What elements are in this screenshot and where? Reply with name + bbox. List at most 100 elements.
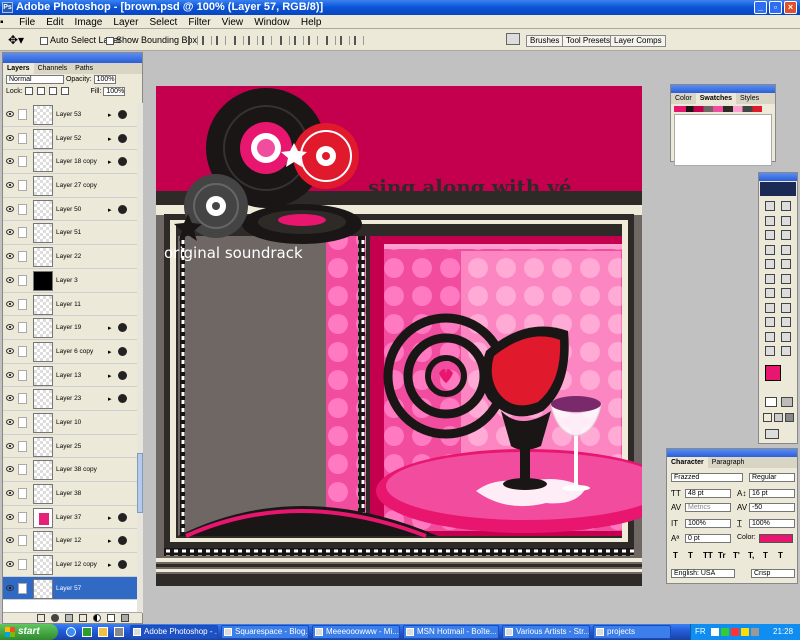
antialias-select[interactable]: Crisp (751, 569, 795, 578)
menu-image[interactable]: Image (71, 16, 107, 30)
close-button[interactable]: × (784, 1, 797, 14)
adobe-feather-icon[interactable] (760, 182, 796, 196)
tab-layers[interactable]: Layers (3, 63, 34, 74)
layer-link-box[interactable] (18, 416, 27, 428)
layer-list-scrollbar[interactable] (137, 103, 143, 613)
layer-row[interactable]: Layer 53 ▸ (3, 103, 137, 127)
lock-position-checkbox[interactable] (48, 87, 57, 96)
layer-link-box[interactable] (18, 156, 27, 168)
type-style-button[interactable]: T (778, 551, 783, 560)
expand-arrow-icon[interactable]: ▸ (108, 206, 112, 214)
tray-icon-1[interactable] (711, 628, 719, 636)
character-panel-titlebar[interactable] (667, 449, 797, 457)
layer-row[interactable]: Layer 27 copy (3, 174, 137, 198)
toolbox-titlebar[interactable] (759, 173, 797, 181)
type-tool-icon[interactable] (781, 302, 791, 313)
gradient-tool-icon[interactable] (781, 273, 791, 284)
layer-row[interactable]: Layer 25 (3, 434, 137, 459)
layer-row[interactable]: Layer 23 ▸ (3, 387, 137, 411)
visibility-eye-icon[interactable] (6, 371, 14, 378)
stamp-tool-icon[interactable] (765, 259, 775, 269)
visibility-eye-icon[interactable] (6, 466, 14, 473)
screen-mode-3-icon[interactable] (785, 413, 794, 422)
expand-arrow-icon[interactable]: ▸ (108, 158, 112, 166)
type-style-button[interactable]: TT (703, 551, 713, 560)
align-hcenter-icon[interactable] (248, 36, 258, 45)
menu-window[interactable]: Window (250, 16, 294, 30)
eyedropper-tool-icon[interactable] (781, 331, 791, 342)
layer-link-box[interactable] (18, 559, 27, 571)
restore-button[interactable]: ▫ (769, 1, 782, 14)
layer-link-box[interactable] (18, 535, 27, 547)
jump-to-imageready-icon[interactable] (765, 429, 779, 439)
zoom-tool-icon[interactable] (781, 346, 791, 356)
distribute-bottom-icon[interactable] (308, 36, 318, 45)
menu-layer[interactable]: Layer (109, 16, 142, 30)
bounding-box-checkbox[interactable]: Show Bounding Box (106, 35, 197, 45)
tab-paths[interactable]: Paths (71, 63, 97, 74)
type-style-button[interactable]: Tr (718, 551, 726, 560)
layer-link-box[interactable] (18, 440, 27, 452)
text-color-swatch[interactable] (759, 534, 793, 543)
speaker-icon[interactable] (751, 628, 759, 636)
visibility-eye-icon[interactable] (6, 513, 14, 520)
distribute-hcenter-icon[interactable] (340, 36, 350, 45)
distribute-left-icon[interactable] (326, 36, 336, 45)
start-button[interactable]: start (0, 624, 58, 640)
layer-row[interactable]: Layer 3 (3, 268, 137, 293)
swatch-row[interactable] (674, 106, 772, 112)
expand-arrow-icon[interactable]: ▸ (108, 135, 112, 143)
tracking-select[interactable]: -50 (749, 503, 795, 512)
tray-icon-4[interactable] (741, 628, 749, 636)
font-size-input[interactable]: 48 pt (685, 489, 731, 498)
layer-row[interactable]: Layer 50 ▸ (3, 197, 137, 222)
visibility-eye-icon[interactable] (6, 182, 14, 189)
task-hotmail[interactable]: MSN Hotmail - Boîte... (403, 625, 499, 639)
lock-image-checkbox[interactable] (36, 87, 45, 96)
standard-mode-icon[interactable] (765, 397, 777, 407)
crop-tool-icon[interactable] (765, 230, 775, 240)
layer-link-box[interactable] (18, 132, 27, 144)
layer-row[interactable]: Layer 51 (3, 221, 137, 246)
swatches-panel-titlebar[interactable] (671, 85, 775, 93)
align-top-icon[interactable] (188, 36, 198, 45)
kerning-select[interactable]: Metrics (685, 503, 731, 512)
visibility-eye-icon[interactable] (6, 537, 14, 544)
layer-link-box[interactable] (18, 345, 27, 357)
layer-row[interactable]: Layer 57 (3, 576, 137, 601)
expand-arrow-icon[interactable]: ▸ (108, 372, 112, 380)
type-style-button[interactable]: T (673, 551, 678, 560)
magic-wand-tool-icon[interactable] (781, 215, 791, 226)
visibility-eye-icon[interactable] (6, 229, 14, 236)
layer-link-box[interactable] (18, 322, 27, 334)
shape-tool-icon[interactable] (781, 317, 791, 327)
distribute-right-icon[interactable] (354, 36, 364, 45)
task-mail[interactable]: Meeeooowww - Mi... (312, 625, 400, 639)
layer-row[interactable]: Layer 12 ▸ (3, 529, 137, 554)
type-style-button[interactable]: T, (748, 551, 754, 560)
align-left-icon[interactable] (234, 36, 244, 45)
layer-row[interactable]: Layer 11 (3, 292, 137, 317)
expand-arrow-icon[interactable]: ▸ (108, 514, 112, 522)
tab-styles[interactable]: Styles (736, 93, 763, 104)
tab-paragraph[interactable]: Paragraph (708, 457, 749, 468)
foreground-color-swatch[interactable] (765, 365, 781, 381)
layer-link-box[interactable] (18, 511, 27, 523)
opacity-input[interactable]: 100% (93, 74, 116, 84)
slice-tool-icon[interactable] (781, 230, 791, 240)
blur-tool-icon[interactable] (765, 288, 775, 298)
minimize-button[interactable]: _ (754, 1, 767, 14)
menu-filter[interactable]: Filter (184, 16, 214, 30)
type-style-button[interactable]: T' (733, 551, 740, 560)
distribute-top-icon[interactable] (280, 36, 290, 45)
type-style-button[interactable]: T (763, 551, 768, 560)
new-set-icon[interactable] (79, 614, 87, 622)
layer-link-box[interactable] (18, 464, 27, 476)
path-select-tool-icon[interactable] (765, 302, 775, 313)
layer-link-box[interactable] (18, 488, 27, 499)
task-photoshop[interactable]: Adobe Photoshop - ... (130, 625, 218, 639)
layer-row[interactable]: Layer 10 (3, 410, 137, 435)
tab-channels[interactable]: Channels (34, 63, 72, 74)
visibility-eye-icon[interactable] (6, 300, 14, 307)
layer-row[interactable]: Layer 12 copy ▸ (3, 553, 137, 577)
